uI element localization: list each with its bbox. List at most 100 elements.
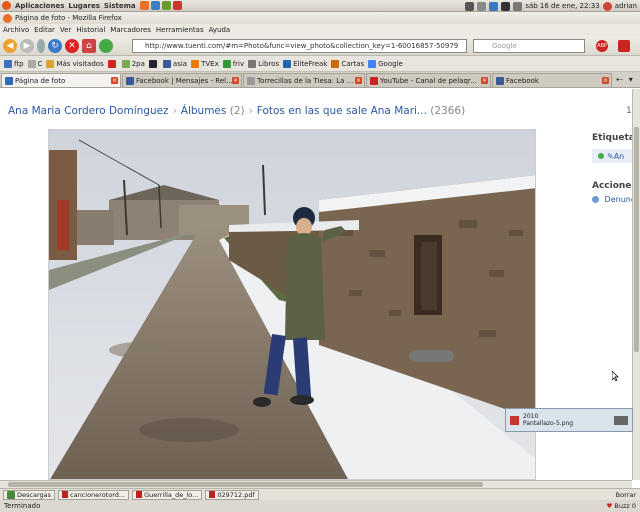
launcher-icon[interactable]	[150, 1, 160, 10]
downloads-bar: Descargas cancionerotord... Guerrilla_de…	[0, 488, 640, 500]
horizontal-scrollbar[interactable]	[0, 480, 632, 488]
volume-icon[interactable]	[513, 1, 523, 11]
breadcrumb-current-album-link[interactable]: Fotos en las que sale Ana Mari...	[257, 105, 427, 117]
menu-editar[interactable]: Editar	[34, 26, 55, 34]
bookmark-item[interactable]: TVEx	[191, 59, 219, 68]
gnome-top-panel: Aplicaciones Lugares Sistema sáb 16 de e…	[0, 0, 640, 12]
tab-torrecillas[interactable]: Torrecillas de la Tiesa: La ... ×	[243, 73, 365, 87]
page-icon	[27, 59, 36, 68]
firefox-launcher-icon[interactable]	[139, 1, 149, 10]
menu-bar: Archivo Editar Ver Historial Marcadores …	[0, 24, 640, 36]
panel-clock[interactable]: sáb 16 de ene, 22:33	[525, 2, 599, 10]
bookmark-item[interactable]	[148, 59, 159, 68]
downloads-button[interactable]: Descargas	[3, 489, 56, 500]
facebook-icon	[126, 76, 134, 85]
close-tab-icon[interactable]: ×	[232, 77, 239, 84]
google-icon	[368, 59, 377, 68]
pdf-icon	[62, 491, 69, 498]
bookmark-item[interactable]: ftp	[4, 59, 24, 68]
bookmark-item[interactable]: C	[27, 59, 42, 68]
panel-username[interactable]: adrian	[615, 2, 637, 10]
bookmark-item[interactable]: Libros	[248, 59, 279, 68]
person-tag[interactable]: ✎ An	[592, 149, 632, 163]
menu-herramientas[interactable]: Herramientas	[156, 26, 204, 34]
status-bar: Terminado ♥ Buzz 0	[0, 500, 640, 512]
breadcrumb: Ana Maria Cordero Domínguez › Álbumes (2) ›…	[8, 105, 465, 117]
bookmark-item[interactable]	[107, 59, 118, 68]
site-icon	[222, 59, 231, 68]
tab-list-icon[interactable]: ▾	[629, 75, 633, 84]
extension-icon[interactable]	[618, 40, 630, 52]
places-menu[interactable]: Lugares	[68, 2, 100, 10]
close-tab-icon[interactable]: ×	[481, 77, 488, 84]
bookmark-item[interactable]: friv	[222, 59, 244, 68]
scrollbar-thumb[interactable]	[634, 127, 639, 352]
menu-ayuda[interactable]: Ayuda	[209, 26, 231, 34]
forward-arrow-icon[interactable]: ▶	[20, 38, 34, 53]
menu-archivo[interactable]: Archivo	[3, 26, 29, 34]
reload-icon[interactable]: ↻	[48, 38, 62, 53]
tab-facebook[interactable]: Facebook ×	[492, 73, 612, 87]
tab-pagina-de-foto[interactable]: Página de foto ×	[1, 73, 121, 87]
site-icon	[121, 59, 130, 68]
info-icon	[592, 196, 599, 203]
close-tab-icon[interactable]: ×	[111, 77, 118, 84]
tab-youtube[interactable]: YouTube - Canal de pelaqr... ×	[366, 73, 491, 87]
launcher-icon[interactable]	[172, 1, 182, 10]
bookmark-item[interactable]: Google	[368, 59, 403, 68]
page-number: 1	[626, 106, 632, 116]
breadcrumb-albums-link[interactable]: Álbumes	[181, 105, 227, 117]
book-icon	[248, 59, 257, 68]
download-notification[interactable]: 2010 Pantallazo-5.png	[505, 408, 633, 432]
battery-icon[interactable]	[501, 1, 511, 11]
tab-scroll-icon[interactable]: ⇠	[616, 75, 623, 84]
addon-icon[interactable]	[99, 38, 113, 53]
messaging-icon[interactable]	[489, 1, 499, 11]
bookmark-folder[interactable]: Más visitados	[46, 59, 104, 68]
menu-ver[interactable]: Ver	[60, 26, 71, 34]
network-icon[interactable]	[465, 1, 475, 11]
back-arrow-icon[interactable]: ◀	[3, 38, 17, 53]
power-icon[interactable]	[602, 1, 612, 11]
heart-icon: ♥	[606, 502, 613, 510]
printer-icon	[614, 415, 628, 425]
download-item[interactable]: Guerrilla_de_lo...	[132, 489, 203, 500]
image-file-icon	[510, 415, 519, 425]
home-icon[interactable]: ⌂	[82, 38, 96, 53]
close-tab-icon[interactable]: ×	[602, 77, 609, 84]
scrollbar-thumb[interactable]	[8, 482, 483, 487]
applications-menu[interactable]: Aplicaciones	[15, 2, 64, 10]
history-dropdown-icon[interactable]	[37, 38, 45, 53]
stop-icon[interactable]: ✕	[65, 38, 79, 53]
bookmark-item[interactable]: asia	[162, 59, 187, 68]
system-menu[interactable]: Sistema	[104, 2, 136, 10]
photo-viewer[interactable]	[48, 129, 536, 480]
menu-marcadores[interactable]: Marcadores	[110, 26, 151, 34]
adblock-icon[interactable]: ABP	[596, 40, 608, 52]
ubuntu-logo-icon[interactable]	[2, 1, 11, 10]
pdf-icon	[209, 491, 216, 498]
buzz-indicator[interactable]: ♥ Buzz 0	[606, 502, 636, 510]
site-icon	[283, 59, 292, 68]
mail-icon[interactable]	[477, 1, 487, 11]
window-title: Página de foto - Mozilla Firefox	[15, 14, 122, 22]
pdf-icon	[136, 491, 143, 498]
vertical-scrollbar[interactable]	[632, 89, 640, 480]
bookmark-item[interactable]: 2pa	[121, 59, 145, 68]
url-input[interactable]: http://www.tuenti.com/#m=Photo&func=view…	[132, 39, 467, 53]
tab-facebook-mensajes[interactable]: Facebook | Mensajes - Rel... ×	[122, 73, 242, 87]
report-link[interactable]: Denunc	[592, 195, 632, 204]
bookmark-item[interactable]: Cartas	[331, 59, 364, 68]
breadcrumb-owner-link[interactable]: Ana Maria Cordero Domínguez	[8, 105, 169, 117]
launcher-icon[interactable]	[161, 1, 171, 10]
menu-historial[interactable]: Historial	[76, 26, 105, 34]
etiquetas-heading: Etiqueta	[592, 133, 632, 143]
bookmark-item[interactable]: EliteFreak	[283, 59, 327, 68]
acciones-heading: Acciones	[592, 181, 632, 191]
online-status-icon	[598, 153, 604, 159]
download-item[interactable]: 029712.pdf	[205, 489, 259, 500]
search-input[interactable]: Google	[473, 39, 585, 53]
download-item[interactable]: cancionerotord...	[58, 489, 130, 500]
clear-downloads-button[interactable]: Borrar	[616, 491, 636, 499]
close-tab-icon[interactable]: ×	[355, 77, 362, 84]
